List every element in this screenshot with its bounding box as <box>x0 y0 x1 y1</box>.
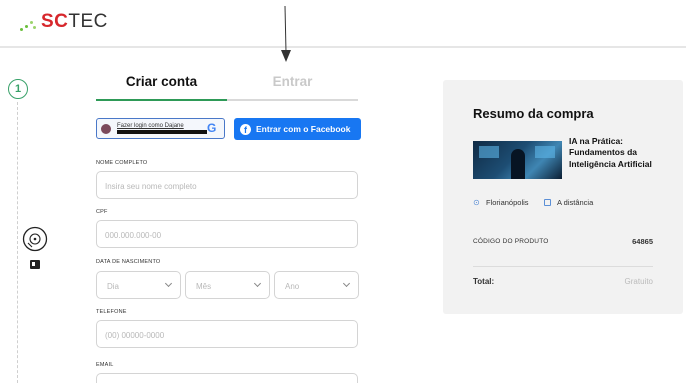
calendar-icon <box>544 199 551 206</box>
email-label: EMAIL <box>96 362 114 368</box>
birth-month-select[interactable]: Mês <box>185 271 270 299</box>
cpf-placeholder: 000.000.000-00 <box>105 231 162 240</box>
product-code-value: 64865 <box>632 237 653 246</box>
modality-text: A distância <box>557 198 594 207</box>
tab-create-account[interactable]: Criar conta <box>96 74 227 89</box>
phone-label: TELEFONE <box>96 309 127 315</box>
phone-placeholder: (00) 00000-0000 <box>105 331 165 340</box>
step-rail <box>17 102 18 383</box>
product-image <box>473 141 562 179</box>
arrow-down-icon <box>281 6 291 62</box>
year-placeholder: Ano <box>285 282 300 291</box>
product-code-label: CÓDIGO DO PRODUTO <box>473 238 549 245</box>
total-label: Total: <box>473 277 495 286</box>
product-name: IA na Prática: Fundamentos da Inteligênc… <box>569 136 652 169</box>
email-input[interactable] <box>96 373 358 383</box>
birth-year-select[interactable]: Ano <box>274 271 359 299</box>
name-input[interactable]: Insira seu nome completo <box>96 171 358 199</box>
purchase-summary: Resumo da compra IA na Prática: Fundamen… <box>443 80 683 314</box>
facebook-icon: f <box>240 123 251 135</box>
cpf-input[interactable]: 000.000.000-00 <box>96 220 358 248</box>
logo-text: SCTEC <box>41 11 108 32</box>
logo-dots-icon <box>20 16 38 32</box>
tab-login[interactable]: Entrar <box>227 74 358 89</box>
tab-inactive-underline <box>227 99 358 101</box>
facebook-login-button[interactable]: f Entrar com o Facebook <box>234 118 361 140</box>
month-placeholder: Mês <box>196 282 212 291</box>
avatar <box>101 123 111 134</box>
chevron-down-icon <box>342 279 351 288</box>
location-text: Florianópolis <box>486 198 529 207</box>
total-value: Gratuito <box>624 277 653 286</box>
thumb-screen <box>535 146 555 158</box>
thumb-figure <box>511 149 525 179</box>
name-placeholder: Insira seu nome completo <box>105 182 197 191</box>
cpf-label: CPF <box>96 209 108 215</box>
id-card-icon[interactable] <box>30 260 40 269</box>
summary-title: Resumo da compra <box>473 106 594 121</box>
google-account-text: Fazer login como Dajane <box>117 123 207 134</box>
chevron-down-icon <box>253 279 262 288</box>
redacted-email <box>117 130 207 134</box>
day-placeholder: Dia <box>107 282 120 291</box>
logo[interactable]: SCTEC <box>20 12 108 32</box>
location: ⊙ Florianópolis <box>473 198 529 207</box>
location-pin-icon: ⊙ <box>473 197 480 207</box>
google-icon: G <box>207 121 217 135</box>
modality: A distância <box>544 198 593 207</box>
header-divider <box>0 46 686 48</box>
summary-divider <box>473 266 653 267</box>
disc-icon[interactable] <box>22 226 48 252</box>
chevron-down-icon <box>164 279 173 288</box>
thumb-screen <box>479 146 499 158</box>
phone-input[interactable]: (00) 00000-0000 <box>96 320 358 348</box>
auth-tabs: Criar conta Entrar <box>96 74 358 102</box>
tab-active-underline <box>96 99 227 101</box>
birth-label: DATA DE NASCIMENTO <box>96 259 161 265</box>
name-label: NOME COMPLETO <box>96 160 148 166</box>
facebook-button-label: Entrar com o Facebook <box>256 124 351 134</box>
birth-day-select[interactable]: Dia <box>96 271 181 299</box>
step-indicator: 1 <box>8 79 28 99</box>
google-login-button[interactable]: Fazer login como Dajane G <box>96 118 225 139</box>
